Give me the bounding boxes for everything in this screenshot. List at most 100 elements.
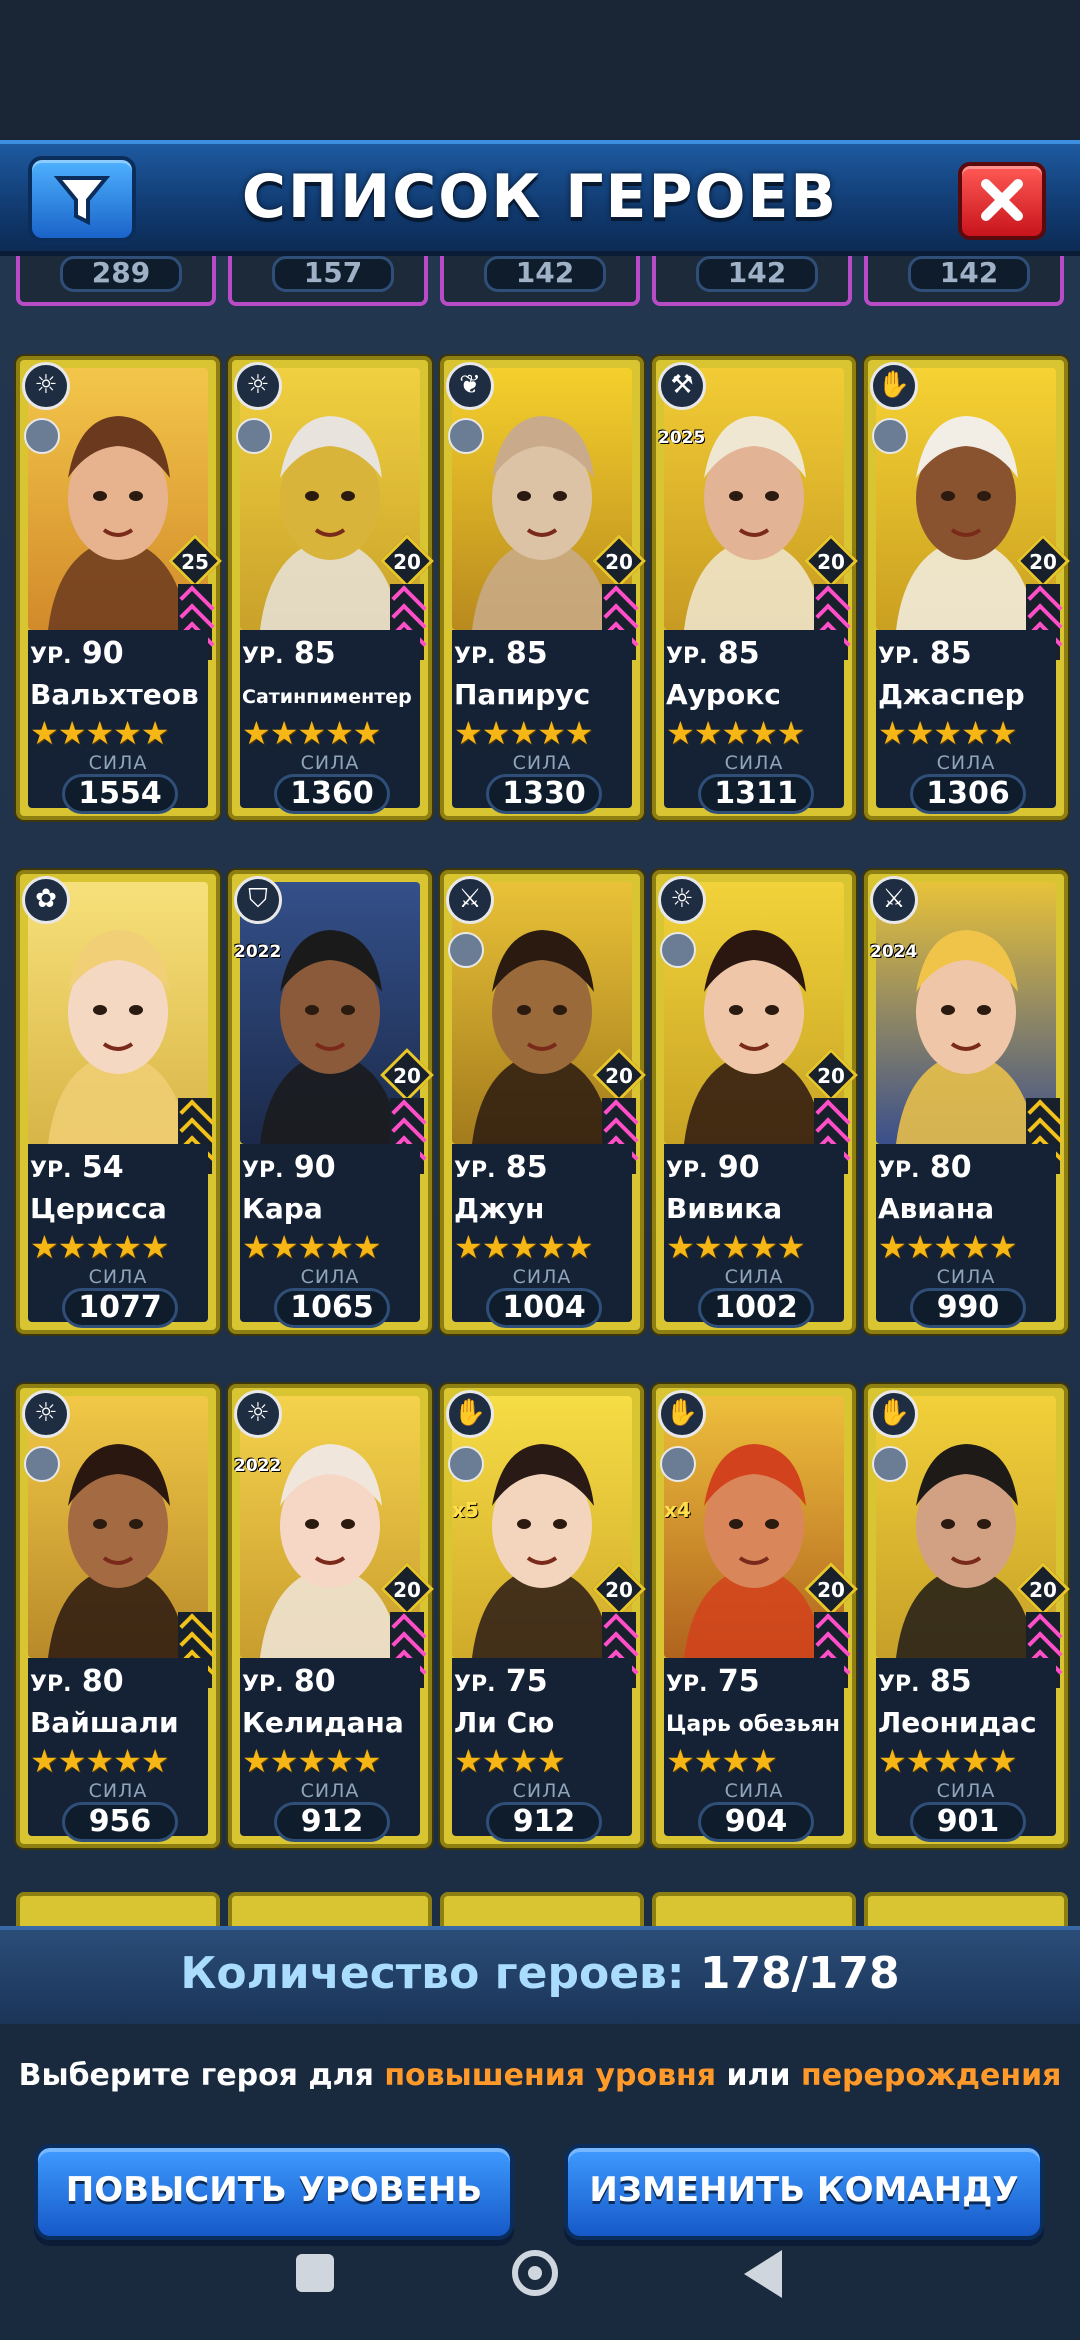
hero-stars: ★★★★★: [242, 1228, 381, 1266]
hero-card-partial[interactable]: [228, 1892, 432, 1926]
hero-card[interactable]: ✿ УР. 54 Церисса ★★★★★ СИЛА 1077: [16, 870, 220, 1334]
hero-level: УР. 85: [666, 636, 760, 671]
home-icon[interactable]: [512, 2250, 558, 2296]
power-label: СИЛА: [936, 1780, 996, 1802]
level-value: 85: [293, 636, 336, 671]
hero-list[interactable]: 289 157 142 142 142 ☼ 25 УР. 90 Вальхтео…: [0, 256, 1080, 1926]
hero-card[interactable]: ☼ 25 УР. 90 Вальхтеов ★★★★★ СИЛА 1554: [16, 356, 222, 820]
hero-card-partial[interactable]: 142: [440, 256, 640, 306]
hint-text: Выберите героя для повышения уровня или …: [0, 2058, 1080, 2093]
power-value: 990: [910, 1288, 1026, 1328]
hero-level: УР. 85: [454, 1150, 548, 1185]
hero-card-partial[interactable]: [16, 1892, 220, 1926]
level-prefix: УР.: [878, 644, 920, 669]
level-prefix: УР.: [242, 1672, 284, 1697]
hero-stars: ★★★★★: [30, 1742, 169, 1780]
hero-level: УР. 85: [878, 636, 972, 671]
hammer-icon: ⚒: [658, 362, 706, 410]
butterfly-icon: [236, 418, 272, 454]
hero-name: Папирус: [454, 678, 591, 711]
shield-icon: ⛉: [234, 876, 282, 924]
hero-name: Джаспер: [878, 678, 1025, 711]
hero-stars: ★★★★★: [878, 1742, 1017, 1780]
hint-rebirth: перерождения: [800, 2058, 1062, 2093]
hero-card-partial[interactable]: 142: [652, 256, 852, 306]
hero-card[interactable]: ⚔ 20 УР. 85 Джун ★★★★★ СИЛА 1004: [440, 870, 646, 1334]
level-prefix: УР.: [454, 644, 496, 669]
power-value: 904: [698, 1802, 814, 1842]
back-icon[interactable]: [744, 2250, 782, 2298]
trophy-icon: [660, 932, 696, 968]
hero-card[interactable]: ✋ x4 20 УР. 75 Царь обезьян ★★★★ СИЛА 90…: [652, 1384, 858, 1848]
change-team-button[interactable]: ИЗМЕНИТЬ КОМАНДУ: [564, 2144, 1044, 2240]
sun-icon: ☼: [22, 362, 70, 410]
recents-icon[interactable]: [296, 2254, 334, 2292]
power-label: СИЛА: [512, 1266, 572, 1288]
hero-card-partial[interactable]: 289: [16, 256, 216, 306]
hero-card[interactable]: ✋ 20 УР. 85 Леонидас ★★★★★ СИЛА 901: [864, 1384, 1070, 1848]
hero-level: УР. 80: [242, 1664, 336, 1699]
next-row: [0, 1892, 1080, 1926]
hero-stars: ★★★★★: [242, 1742, 381, 1780]
tier-value: 20: [1029, 550, 1057, 574]
level-prefix: УР.: [30, 644, 72, 669]
level-value: 85: [929, 1664, 972, 1699]
power-value: 1360: [274, 774, 390, 814]
hero-name: Царь обезьян: [666, 1712, 840, 1737]
tier-value: 20: [605, 1578, 633, 1602]
power-label: СИЛА: [88, 752, 148, 774]
feather-icon: ❦: [446, 362, 494, 410]
hero-level: УР. 80: [878, 1150, 972, 1185]
hero-card-partial[interactable]: [864, 1892, 1068, 1926]
level-value: 80: [293, 1664, 336, 1699]
level-prefix: УР.: [454, 1158, 496, 1183]
hint-upgrade: повышения уровня: [384, 2058, 717, 2093]
hero-name: Келидана: [242, 1706, 404, 1739]
hero-count-value: 178/178: [699, 1948, 900, 1999]
multiplier-badge: x4: [664, 1498, 691, 1522]
hero-card[interactable]: ✋ 20 УР. 85 Джаспер ★★★★★ СИЛА 1306: [864, 356, 1070, 820]
hero-card[interactable]: ☼ УР. 80 Вайшали ★★★★★ СИЛА 956: [16, 1384, 220, 1848]
hero-stars: ★★★★★: [666, 714, 805, 752]
hero-level: УР. 54: [30, 1150, 124, 1185]
tier-value: 20: [1029, 1578, 1057, 1602]
power-value: 142: [908, 256, 1030, 292]
hero-card[interactable]: ❦ 20 УР. 85 Папирус ★★★★★ СИЛА 1330: [440, 356, 646, 820]
sun-icon: ☼: [234, 1390, 282, 1438]
level-up-button[interactable]: ПОВЫСИТЬ УРОВЕНЬ: [34, 2144, 514, 2240]
hero-stars: ★★★★: [454, 1742, 566, 1780]
level-prefix: УР.: [242, 1158, 284, 1183]
hero-card[interactable]: ⚔ 2024 УР. 80 Авиана ★★★★★ СИЛА 990: [864, 870, 1068, 1334]
level-value: 85: [505, 636, 548, 671]
hero-level: УР. 75: [666, 1664, 760, 1699]
tier-value: 20: [817, 550, 845, 574]
hero-card[interactable]: ☼ 2022 20 УР. 80 Келидана ★★★★★ СИЛА 912: [228, 1384, 434, 1848]
tier-value: 20: [817, 1578, 845, 1602]
level-value: 54: [81, 1150, 124, 1185]
hero-card-partial[interactable]: [440, 1892, 644, 1926]
hero-card-partial[interactable]: 157: [228, 256, 428, 306]
hero-name: Сатинпиментер: [242, 686, 412, 708]
tier-value: 20: [817, 1064, 845, 1088]
close-button[interactable]: [958, 162, 1046, 240]
hero-card-partial[interactable]: [652, 1892, 856, 1926]
hero-name: Вайшали: [30, 1706, 179, 1739]
power-value: 142: [484, 256, 606, 292]
tier-value: 20: [393, 1064, 421, 1088]
hero-card[interactable]: ☼ 20 УР. 90 Вивика ★★★★★ СИЛА 1002: [652, 870, 858, 1334]
hero-card-partial[interactable]: 142: [864, 256, 1064, 306]
hero-count: Количество героев: 178/178: [0, 1948, 1080, 1999]
hero-card[interactable]: ⛉ 2022 20 УР. 90 Кара ★★★★★ СИЛА 1065: [228, 870, 434, 1334]
hero-stars: ★★★★★: [30, 714, 169, 752]
hero-level: УР. 90: [242, 1150, 336, 1185]
hero-level: УР. 90: [666, 1150, 760, 1185]
hero-card[interactable]: ✋ x5 20 УР. 75 Ли Сю ★★★★ СИЛА 912: [440, 1384, 646, 1848]
tier-value: 20: [393, 1578, 421, 1602]
power-label: СИЛА: [88, 1780, 148, 1802]
power-value: 901: [910, 1802, 1026, 1842]
power-label: СИЛА: [724, 752, 784, 774]
level-prefix: УР.: [666, 644, 708, 669]
hero-card[interactable]: ☼ 20 УР. 85 Сатинпиментер ★★★★★ СИЛА 136…: [228, 356, 434, 820]
hero-card[interactable]: ⚒ 2025 20 УР. 85 Аурокс ★★★★★ СИЛА 1311: [652, 356, 858, 820]
helmet-icon: [24, 418, 60, 454]
